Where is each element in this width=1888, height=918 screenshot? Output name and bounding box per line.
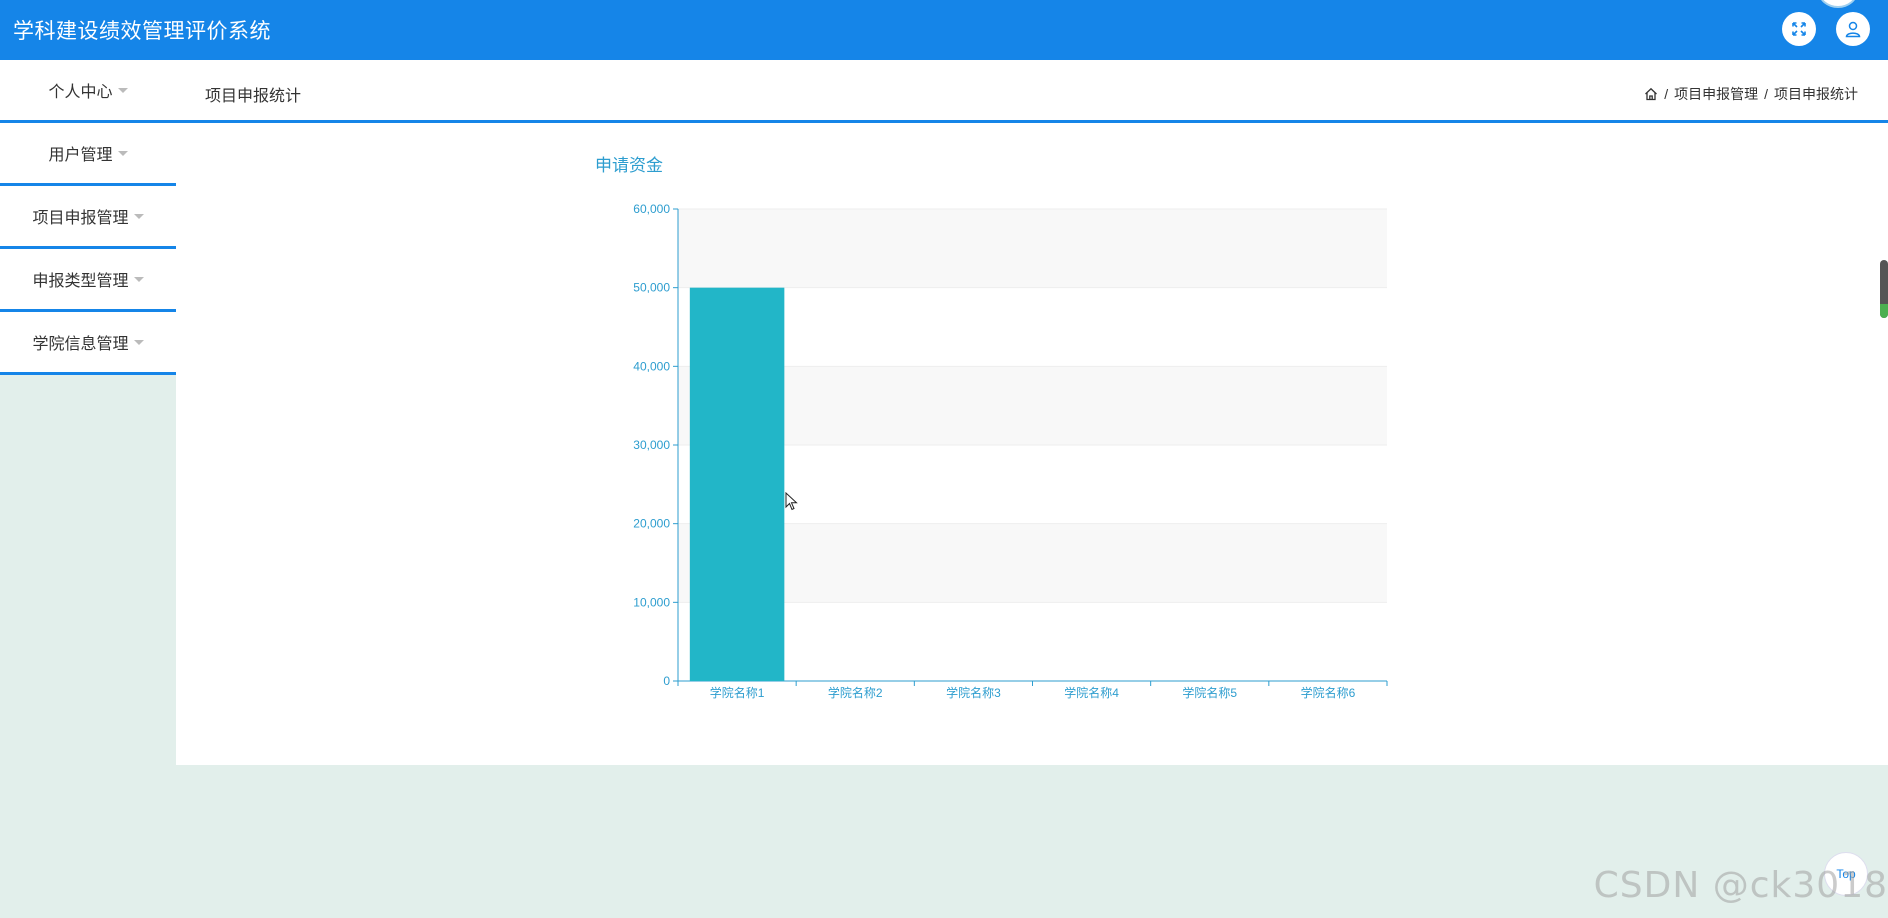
breadcrumb: / 项目申报管理 / 项目申报统计 [1644, 84, 1858, 104]
y-tick-label: 50,000 [633, 281, 670, 295]
y-tick-label: 10,000 [633, 595, 670, 609]
sidebar-item-label: 申报类型管理 [32, 273, 129, 290]
caret-down-icon [117, 88, 128, 93]
breadcrumb-separator: / [1664, 86, 1669, 102]
x-tick-label: 学院名称3 [946, 685, 1001, 700]
avatar-peek [1818, 0, 1858, 8]
caret-down-icon [117, 151, 128, 156]
y-tick-label: 30,000 [633, 438, 670, 452]
caret-down-icon [133, 340, 144, 345]
user-icon [1845, 21, 1861, 38]
chart-band [678, 209, 1387, 288]
watermark: CSDN @ck3018 [1593, 865, 1888, 906]
x-tick-label: 学院名称6 [1301, 685, 1356, 700]
y-tick-label: 40,000 [633, 359, 670, 373]
mouse-cursor-icon [785, 492, 798, 511]
app-title: 学科建设绩效管理评价系统 [13, 20, 271, 43]
y-tick-label: 0 [663, 674, 670, 688]
chart-bar [689, 287, 785, 681]
main-content: 申请资金 0 10,000 20,000 30,000 40,000 50,000 60,0… [176, 123, 1888, 765]
breadcrumb-separator: / [1764, 86, 1768, 102]
fullscreen-icon [1792, 22, 1806, 36]
app-header: 学科建设绩效管理评价系统 [0, 0, 1888, 60]
user-button[interactable] [1836, 12, 1870, 46]
x-tick-label: 学院名称5 [1182, 685, 1237, 700]
breadcrumb-item-current: 项目申报统计 [1774, 86, 1858, 102]
fullscreen-button[interactable] [1782, 12, 1816, 46]
header-icons [1782, 12, 1870, 46]
sidebar-item-type-management[interactable]: 申报类型管理 [0, 249, 176, 312]
sidebar-item-user-management[interactable]: 用户管理 [0, 123, 176, 186]
x-tick-label: 学院名称1 [710, 685, 765, 700]
home-icon[interactable] [1644, 87, 1658, 101]
sidebar-item-label: 学院信息管理 [32, 336, 129, 353]
sidebar-item-label: 用户管理 [48, 147, 113, 164]
scrollbar-thumb[interactable] [1880, 260, 1888, 318]
x-tick-label: 学院名称4 [1064, 685, 1119, 700]
top-nav-bar: 项目申报统计 / 项目申报管理 / 项目申报统计 [176, 60, 1888, 123]
tab-project-statistics[interactable]: 项目申报统计 [205, 82, 301, 106]
y-tick-label: 60,000 [633, 202, 670, 216]
sidebar-item-project-management[interactable]: 项目申报管理 [0, 186, 176, 249]
caret-down-icon [133, 214, 144, 219]
x-tick-label: 学院名称2 [828, 685, 883, 700]
breadcrumb-item-project-management[interactable]: 项目申报管理 [1674, 84, 1758, 104]
caret-down-icon [133, 277, 144, 282]
sidebar-item-personal-center[interactable]: 个人中心 [0, 60, 176, 123]
bar-chart: 0 10,000 20,000 30,000 40,000 50,000 60,000 学院名… [633, 202, 1388, 700]
sidebar-item-label: 项目申报管理 [32, 210, 129, 227]
sidebar-item-college-management[interactable]: 学院信息管理 [0, 312, 176, 375]
y-tick-label: 20,000 [633, 517, 670, 531]
sidebar-item-label: 个人中心 [48, 84, 113, 101]
sidebar: 个人中心 用户管理 项目申报管理 申报类型管理 学院信息管理 [0, 60, 176, 375]
